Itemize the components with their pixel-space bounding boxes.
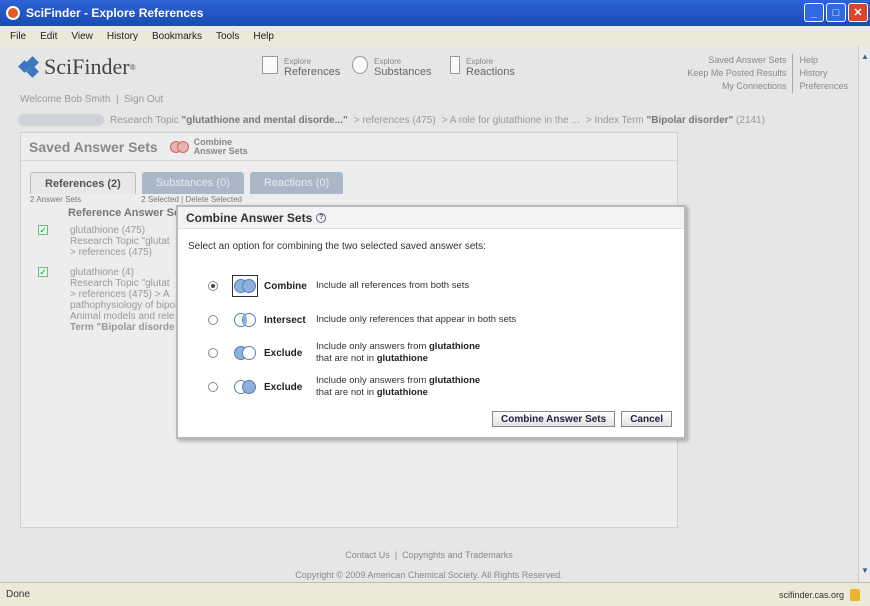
option-intersect[interactable]: Intersect Include only references that a…	[208, 309, 516, 331]
flask-icon	[450, 56, 460, 74]
start-new-search-button[interactable]	[18, 114, 104, 126]
window-titlebar: SciFinder - Explore References _ □ ✕	[0, 0, 870, 26]
copyrights-link[interactable]: Copyrights and Trademarks	[402, 550, 513, 560]
option-name: Exclude	[264, 347, 303, 359]
entry-checkbox[interactable]: ✓	[38, 267, 48, 277]
tab-references[interactable]: References (2)	[30, 172, 136, 194]
option-name: Combine	[264, 280, 307, 292]
welcome-line: Welcome Bob Smith | Sign Out	[20, 94, 164, 105]
scifinder-logo-icon	[18, 56, 40, 78]
dialog-title-bar: Combine Answer Sets ?	[178, 207, 684, 229]
exclude-right-radio[interactable]	[208, 382, 218, 392]
link-help[interactable]: Help	[799, 54, 848, 67]
contact-us-link[interactable]: Contact Us	[345, 550, 390, 560]
menu-bar: File Edit View History Bookmarks Tools H…	[0, 26, 870, 46]
breadcrumb-topic[interactable]: "glutathione and mental disorde..."	[182, 115, 348, 126]
venn-exclude-left-icon	[232, 342, 258, 364]
entry-checkbox[interactable]: ✓	[38, 225, 48, 235]
menu-edit[interactable]: Edit	[40, 31, 57, 42]
link-my-connections[interactable]: My Connections	[687, 80, 787, 93]
menu-tools[interactable]: Tools	[216, 31, 239, 42]
scroll-up-icon[interactable]: ▲	[860, 52, 870, 64]
help-icon[interactable]: ?	[316, 212, 327, 223]
option-description: Include only references that appear in b…	[316, 314, 517, 325]
breadcrumb-role[interactable]: > A role for glutathione in the ...	[442, 115, 580, 126]
window-title: SciFinder - Explore References	[26, 6, 204, 20]
document-icon	[262, 56, 278, 74]
option-combine[interactable]: Combine Include all references from both…	[208, 275, 469, 297]
breadcrumb: Research Topic "glutathione and mental d…	[18, 112, 858, 128]
tab-strip: References (2) Substances (0) Reactions …	[30, 172, 344, 194]
dialog-prompt: Select an option for combining the two s…	[188, 241, 486, 252]
menu-history[interactable]: History	[107, 31, 138, 42]
scroll-down-icon[interactable]: ▼	[860, 566, 870, 578]
breadcrumb-index-term[interactable]: "Bipolar disorder"	[647, 115, 734, 126]
footer-links: Contact Us | Copyrights and Trademarks	[345, 550, 513, 560]
scifinder-logo[interactable]: SciFinder ®	[18, 54, 136, 80]
link-preferences[interactable]: Preferences	[799, 80, 848, 93]
panel-title: Saved Answer Sets	[29, 138, 158, 155]
header-links: Saved Answer Sets Keep Me Posted Results…	[687, 54, 848, 93]
combine-answer-sets-link[interactable]: Combine Answer Sets	[169, 137, 248, 156]
option-description: Include only answers from glutathione th…	[316, 341, 481, 364]
option-exclude-left[interactable]: Exclude Include only answers from glutat…	[208, 341, 480, 365]
tab-reactions[interactable]: Reactions (0)	[249, 172, 344, 194]
cancel-button[interactable]: Cancel	[621, 411, 672, 427]
answer-set-count: 2 Answer Sets	[30, 195, 82, 204]
combine-radio[interactable]	[208, 281, 218, 291]
delete-selected-link[interactable]: Delete Selected	[185, 195, 241, 204]
link-history[interactable]: History	[799, 67, 848, 80]
venn-exclude-right-icon	[232, 376, 258, 398]
list-item: ✓ glutathione (475) Research Topic "glut…	[38, 225, 170, 258]
link-saved-answer-sets[interactable]: Saved Answer Sets	[687, 54, 786, 67]
menu-view[interactable]: View	[71, 31, 93, 42]
menu-file[interactable]: File	[10, 31, 26, 42]
breadcrumb-refs[interactable]: > references (475)	[354, 115, 436, 126]
combine-answer-sets-dialog: Combine Answer Sets ? Select an option f…	[176, 205, 686, 439]
venn-intersect-icon	[232, 309, 258, 331]
firefox-icon	[6, 6, 20, 20]
sign-out-link[interactable]: Sign Out	[124, 94, 163, 105]
exclude-left-radio[interactable]	[208, 348, 218, 358]
intersect-radio[interactable]	[208, 315, 218, 325]
selected-count: 2 Selected	[141, 195, 179, 204]
tab-substances[interactable]: Substances (0)	[141, 172, 244, 194]
option-name: Intersect	[264, 314, 306, 326]
copyright-text: Copyright © 2009 American Chemical Socie…	[295, 570, 563, 580]
nav-explore-references[interactable]: Explore References	[262, 56, 340, 78]
menu-help[interactable]: Help	[253, 31, 274, 42]
nav-explore-substances[interactable]: Explore Substances	[352, 56, 431, 78]
list-item: ✓ glutathione (4) Research Topic "glutat…	[38, 267, 178, 333]
venn-union-icon	[232, 275, 258, 297]
minimize-button[interactable]: _	[804, 3, 824, 22]
nav-explore-reactions[interactable]: Explore Reactions	[450, 56, 515, 78]
molecule-icon	[352, 56, 368, 74]
option-name: Exclude	[264, 381, 303, 393]
lock-icon[interactable]	[850, 588, 860, 601]
option-description: Include all references from both sets	[316, 280, 470, 291]
menu-bookmarks[interactable]: Bookmarks	[152, 31, 202, 42]
column-header-reference-answer-set[interactable]: Reference Answer Se	[68, 207, 180, 219]
dialog-title: Combine Answer Sets	[186, 210, 313, 225]
maximize-button[interactable]: □	[826, 3, 846, 22]
venn-icon	[169, 140, 190, 153]
scrollbar[interactable]: ▲ ▼	[858, 46, 870, 582]
link-keep-me-posted[interactable]: Keep Me Posted Results	[687, 67, 786, 80]
combine-answer-sets-button[interactable]: Combine Answer Sets	[491, 411, 616, 427]
status-bar: Done scifinder.cas.org	[0, 582, 870, 606]
status-text: Done	[6, 589, 30, 600]
option-description: Include only answers from glutathione th…	[316, 375, 481, 398]
welcome-text: Welcome Bob Smith	[20, 94, 111, 105]
answer-set-summary: 2 Answer Sets 2 Selected | Delete Select…	[30, 195, 242, 204]
close-button[interactable]: ✕	[848, 3, 868, 22]
app-header: SciFinder ® Explore References Explore Subs…	[0, 46, 858, 108]
option-exclude-right[interactable]: Exclude Include only answers from glutat…	[208, 375, 480, 399]
status-url: scifinder.cas.org	[778, 589, 844, 600]
